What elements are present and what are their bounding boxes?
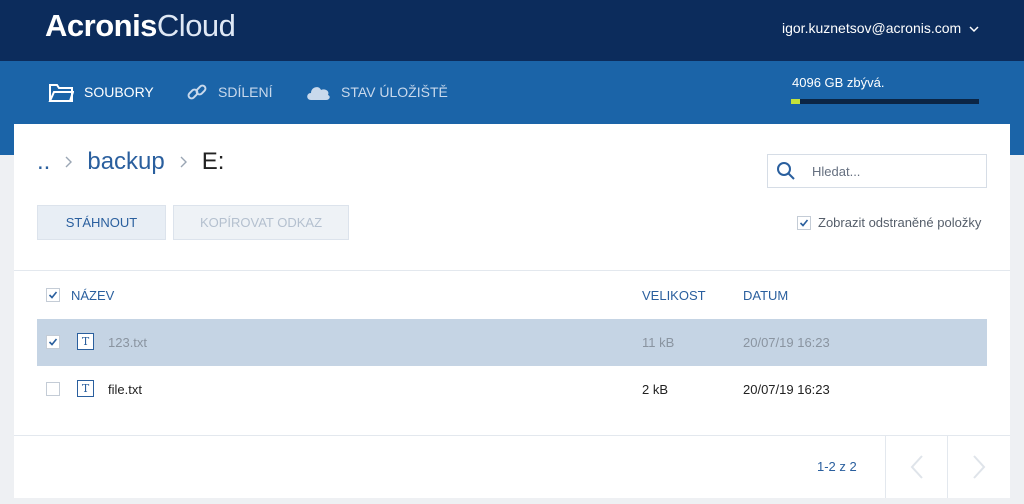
table-top-divider — [14, 270, 1010, 271]
nav-item-files[interactable]: SOUBORY — [48, 77, 154, 107]
file-date: 20/07/19 16:23 — [743, 335, 830, 350]
table-row[interactable]: T file.txt 2 kB 20/07/19 16:23 — [37, 366, 987, 413]
show-deleted-checkbox[interactable] — [797, 215, 811, 230]
nav-item-label: SDÍLENÍ — [218, 84, 273, 100]
chevron-down-icon[interactable] — [968, 23, 980, 35]
show-deleted-label: Zobrazit odstraněné položky — [818, 215, 982, 230]
nav-item-storage-status[interactable]: STAV ÚLOŽIŠTĚ — [305, 77, 448, 107]
search-box — [767, 154, 987, 188]
table-row[interactable]: T 123.txt 11 kB 20/07/19 16:23 — [37, 319, 987, 366]
copy-link-button[interactable]: KOPÍROVAT ODKAZ — [173, 205, 349, 240]
search-icon[interactable] — [776, 161, 796, 181]
pagination-text: 1-2 z 2 — [817, 459, 857, 474]
storage-usage-bar — [791, 99, 979, 104]
chevron-right-icon — [180, 156, 187, 168]
file-size: 2 kB — [642, 382, 669, 397]
checkmark-icon — [48, 291, 58, 299]
chevron-right-icon — [65, 156, 73, 168]
nav-item-label: STAV ÚLOŽIŠTĚ — [341, 84, 448, 100]
row-checkbox[interactable] — [46, 335, 60, 349]
footer-divider — [14, 435, 1010, 436]
chevron-left-icon — [910, 455, 923, 479]
column-header-name[interactable]: NÁZEV — [71, 288, 114, 303]
breadcrumb-backup[interactable]: backup — [87, 148, 164, 176]
cloud-icon — [307, 87, 330, 100]
search-input[interactable] — [810, 162, 964, 180]
row-checkbox[interactable] — [46, 382, 60, 396]
checkmark-icon — [48, 338, 58, 346]
top-bar: AcronisCloud igor.kuznetsov@acronis.com — [0, 0, 1024, 61]
breadcrumb-current: E: — [201, 148, 225, 175]
checkmark-icon — [799, 218, 809, 227]
select-all-checkbox[interactable] — [46, 288, 60, 302]
breadcrumb-parent[interactable]: .. — [37, 148, 50, 176]
breadcrumb: .. backup E: — [37, 148, 224, 176]
file-browser-panel: .. backup E: STÁHNOUT KOPÍROVAT ODKAZ Zo… — [14, 124, 1010, 498]
file-name[interactable]: 123.txt — [108, 335, 147, 350]
user-email[interactable]: igor.kuznetsov@acronis.com — [782, 20, 961, 36]
link-icon — [187, 84, 207, 100]
storage-usage-fill — [791, 99, 801, 104]
nav-item-label: SOUBORY — [84, 84, 154, 100]
text-file-icon: T — [77, 333, 94, 350]
storage-remaining-text: 4096 GB zbývá. — [792, 75, 885, 90]
column-header-date[interactable]: DATUM — [743, 288, 788, 303]
acronis-logo[interactable]: AcronisCloud — [45, 8, 236, 44]
previous-page-button[interactable] — [885, 436, 947, 498]
logo-main: Acronis — [45, 8, 157, 43]
next-page-button[interactable] — [947, 436, 1009, 498]
file-date: 20/07/19 16:23 — [743, 382, 830, 397]
folder-icon — [48, 84, 74, 102]
text-file-icon: T — [77, 380, 94, 397]
download-button[interactable]: STÁHNOUT — [37, 205, 166, 240]
logo-sub: Cloud — [156, 8, 236, 43]
column-header-size[interactable]: VELIKOST — [642, 288, 706, 303]
show-deleted-toggle[interactable]: Zobrazit odstraněné položky — [797, 215, 981, 230]
nav-item-sharing[interactable]: SDÍLENÍ — [186, 77, 272, 107]
file-size: 11 kB — [642, 335, 675, 350]
file-name[interactable]: file.txt — [108, 382, 142, 397]
chevron-right-icon — [972, 455, 985, 479]
